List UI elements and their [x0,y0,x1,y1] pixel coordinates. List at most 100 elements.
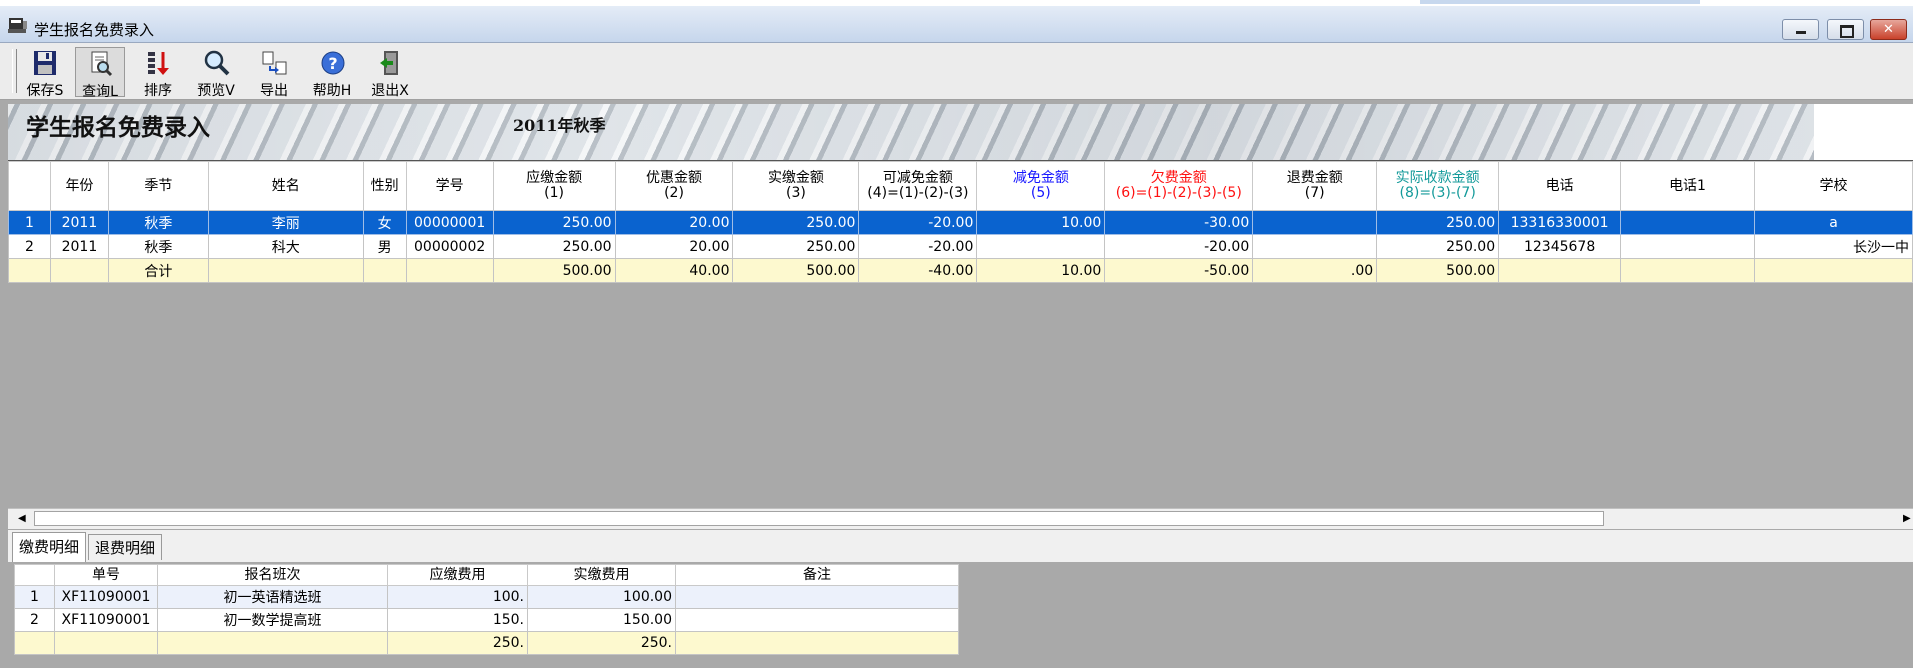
cell-season[interactable]: 秋季 [107,210,209,235]
cell-school[interactable]: a [1753,210,1913,235]
cell-student-no[interactable]: 00000002 [405,234,494,259]
header-name[interactable]: 姓名 [207,161,364,211]
minimize-button[interactable] [1782,19,1819,40]
registration-grid[interactable]: 年份 季节 姓名 性别 学号 应缴金额 (1) 优惠金额 (2) 实缴金额 (3) 可… [8,160,1913,511]
cell-bill-no[interactable]: XF11090001 [54,585,158,609]
cell-class[interactable]: 初一英语精选班 [157,585,388,609]
header-season[interactable]: 季节 [107,161,209,211]
sort-button[interactable]: 排序 [133,47,183,99]
scroll-left-icon[interactable]: ◀ [18,513,26,524]
header-actual[interactable]: 实际收款金额 (8)=(3)-(7) [1376,161,1500,211]
tab-refund-details[interactable]: 退费明细 [88,534,163,560]
exit-button[interactable]: 退出X [365,47,415,99]
cell-payable-fee[interactable]: 100. [387,585,528,609]
cell-actual[interactable]: 250.00 [1376,210,1500,235]
cell-name[interactable]: 李丽 [207,210,364,235]
cell-note[interactable] [675,608,959,632]
cell-discount[interactable]: 20.00 [614,234,734,259]
cell-year[interactable]: 2011 [49,210,109,235]
cell-payable-fee[interactable]: 150. [387,608,528,632]
cell-reducible[interactable]: -20.00 [858,234,978,259]
exit-label: 退出X [371,83,409,99]
query-label: 查询L [82,84,118,100]
save-button[interactable]: 保存S [20,47,70,99]
detail-total-row: 250. 250. [14,631,959,655]
export-button[interactable]: 导出 [249,47,299,99]
header-gender[interactable]: 性别 [362,161,407,211]
header-paid[interactable]: 实缴金额 (3) [732,161,860,211]
header-discount-label: 优惠金额 [646,170,703,186]
header-payable[interactable]: 应缴金额 (1) [492,161,616,211]
cell-actual[interactable]: 250.00 [1376,234,1500,259]
header-school[interactable]: 学校 [1753,161,1913,211]
cell-phone1[interactable] [1620,234,1755,259]
header-phone[interactable]: 电话 [1498,161,1622,211]
cell-refund[interactable] [1252,234,1378,259]
total-refund: .00 [1252,258,1378,283]
table-row[interactable]: 1 XF11090001 初一英语精选班 100. 100.00 [14,585,959,609]
header-discount[interactable]: 优惠金额 (2) [614,161,734,211]
detail-header-bill-no[interactable]: 单号 [54,564,158,586]
detail-header-paid-fee[interactable]: 实缴费用 [527,564,676,586]
query-button[interactable]: 查询L [75,47,125,100]
preview-button[interactable]: 预览V [191,47,241,99]
header-owed[interactable]: 欠费金额 (6)=(1)-(2)-(3)-(5) [1104,161,1254,211]
cell-class[interactable]: 初一数学提高班 [157,608,388,632]
cell-gender[interactable]: 男 [362,234,407,259]
cell-season[interactable]: 秋季 [107,234,209,259]
cell-year[interactable]: 2011 [49,234,109,259]
table-row[interactable]: 2 XF11090001 初一数学提高班 150. 150.00 [14,608,959,632]
header-phone1[interactable]: 电话1 [1620,161,1755,211]
total-row: 合计 500.00 40.00 500.00 -40.00 10.00 -50.… [8,258,1913,283]
cell-phone[interactable]: 13316330001 [1498,210,1622,235]
header-reduced-label: 减免金额 [1012,170,1069,186]
help-button[interactable]: ? 帮助H [307,47,357,99]
cell-paid-fee[interactable]: 150.00 [527,608,676,632]
table-row[interactable]: 1 2011 秋季 李丽 女 00000001 250.00 20.00 250… [8,210,1913,235]
cell-name[interactable]: 科大 [207,234,364,259]
detail-header-note[interactable]: 备注 [675,564,959,586]
cell-payable[interactable]: 250.00 [492,210,616,235]
horizontal-scrollbar[interactable]: ◀ ▶ [8,508,1913,529]
cell-payable[interactable]: 250.00 [492,234,616,259]
detail-header-payable-fee[interactable]: 应缴费用 [387,564,528,586]
cell-owed[interactable]: -20.00 [1104,234,1254,259]
cell-index [8,258,51,283]
cell-discount[interactable]: 20.00 [614,210,734,235]
cell-reduced[interactable]: 10.00 [976,210,1106,235]
header-refund[interactable]: 退费金额 (7) [1252,161,1378,211]
table-row[interactable]: 2 2011 秋季 科大 男 00000002 250.00 20.00 250… [8,234,1913,259]
header-year[interactable]: 年份 [49,161,109,211]
cell-refund[interactable] [1252,210,1378,235]
total-actual: 500.00 [1376,258,1500,283]
tab-payment-details[interactable]: 缴费明细 [12,532,87,562]
cell-gender [362,258,407,283]
header-student-no[interactable]: 学号 [405,161,494,211]
toolbar-grip[interactable] [12,49,17,93]
scrollbar-thumb[interactable] [34,511,1604,526]
maximize-button[interactable] [1827,19,1864,40]
cell-paid-fee[interactable]: 100.00 [527,585,676,609]
cell-phone1[interactable] [1620,210,1755,235]
cell-phone[interactable]: 12345678 [1498,234,1622,259]
cell-student-no[interactable]: 00000001 [405,210,494,235]
detail-header-class[interactable]: 报名班次 [157,564,388,586]
header-reducible[interactable]: 可减免金额 (4)=(1)-(2)-(3) [858,161,978,211]
cell-note[interactable] [675,585,959,609]
export-label: 导出 [260,83,288,99]
scroll-right-icon[interactable]: ▶ [1903,513,1911,524]
cell-reducible[interactable]: -20.00 [858,210,978,235]
cell-paid[interactable]: 250.00 [732,234,860,259]
cell-gender[interactable]: 女 [362,210,407,235]
header-reduced[interactable]: 减免金额 (5) [976,161,1106,211]
cell-school[interactable]: 长沙一中 [1753,234,1913,259]
save-label: 保存S [26,83,64,99]
close-button[interactable]: ✕ [1870,19,1907,40]
payment-detail-grid[interactable]: 单号 报名班次 应缴费用 实缴费用 备注 1 XF11090001 初一英语精选… [14,564,1913,668]
cell-bill-no[interactable]: XF11090001 [54,608,158,632]
cell-owed[interactable]: -30.00 [1104,210,1254,235]
detail-tabs: 缴费明细 退费明细 [8,530,1913,562]
cell-paid[interactable]: 250.00 [732,210,860,235]
cell-reduced[interactable] [976,234,1106,259]
total-reducible: -40.00 [858,258,978,283]
